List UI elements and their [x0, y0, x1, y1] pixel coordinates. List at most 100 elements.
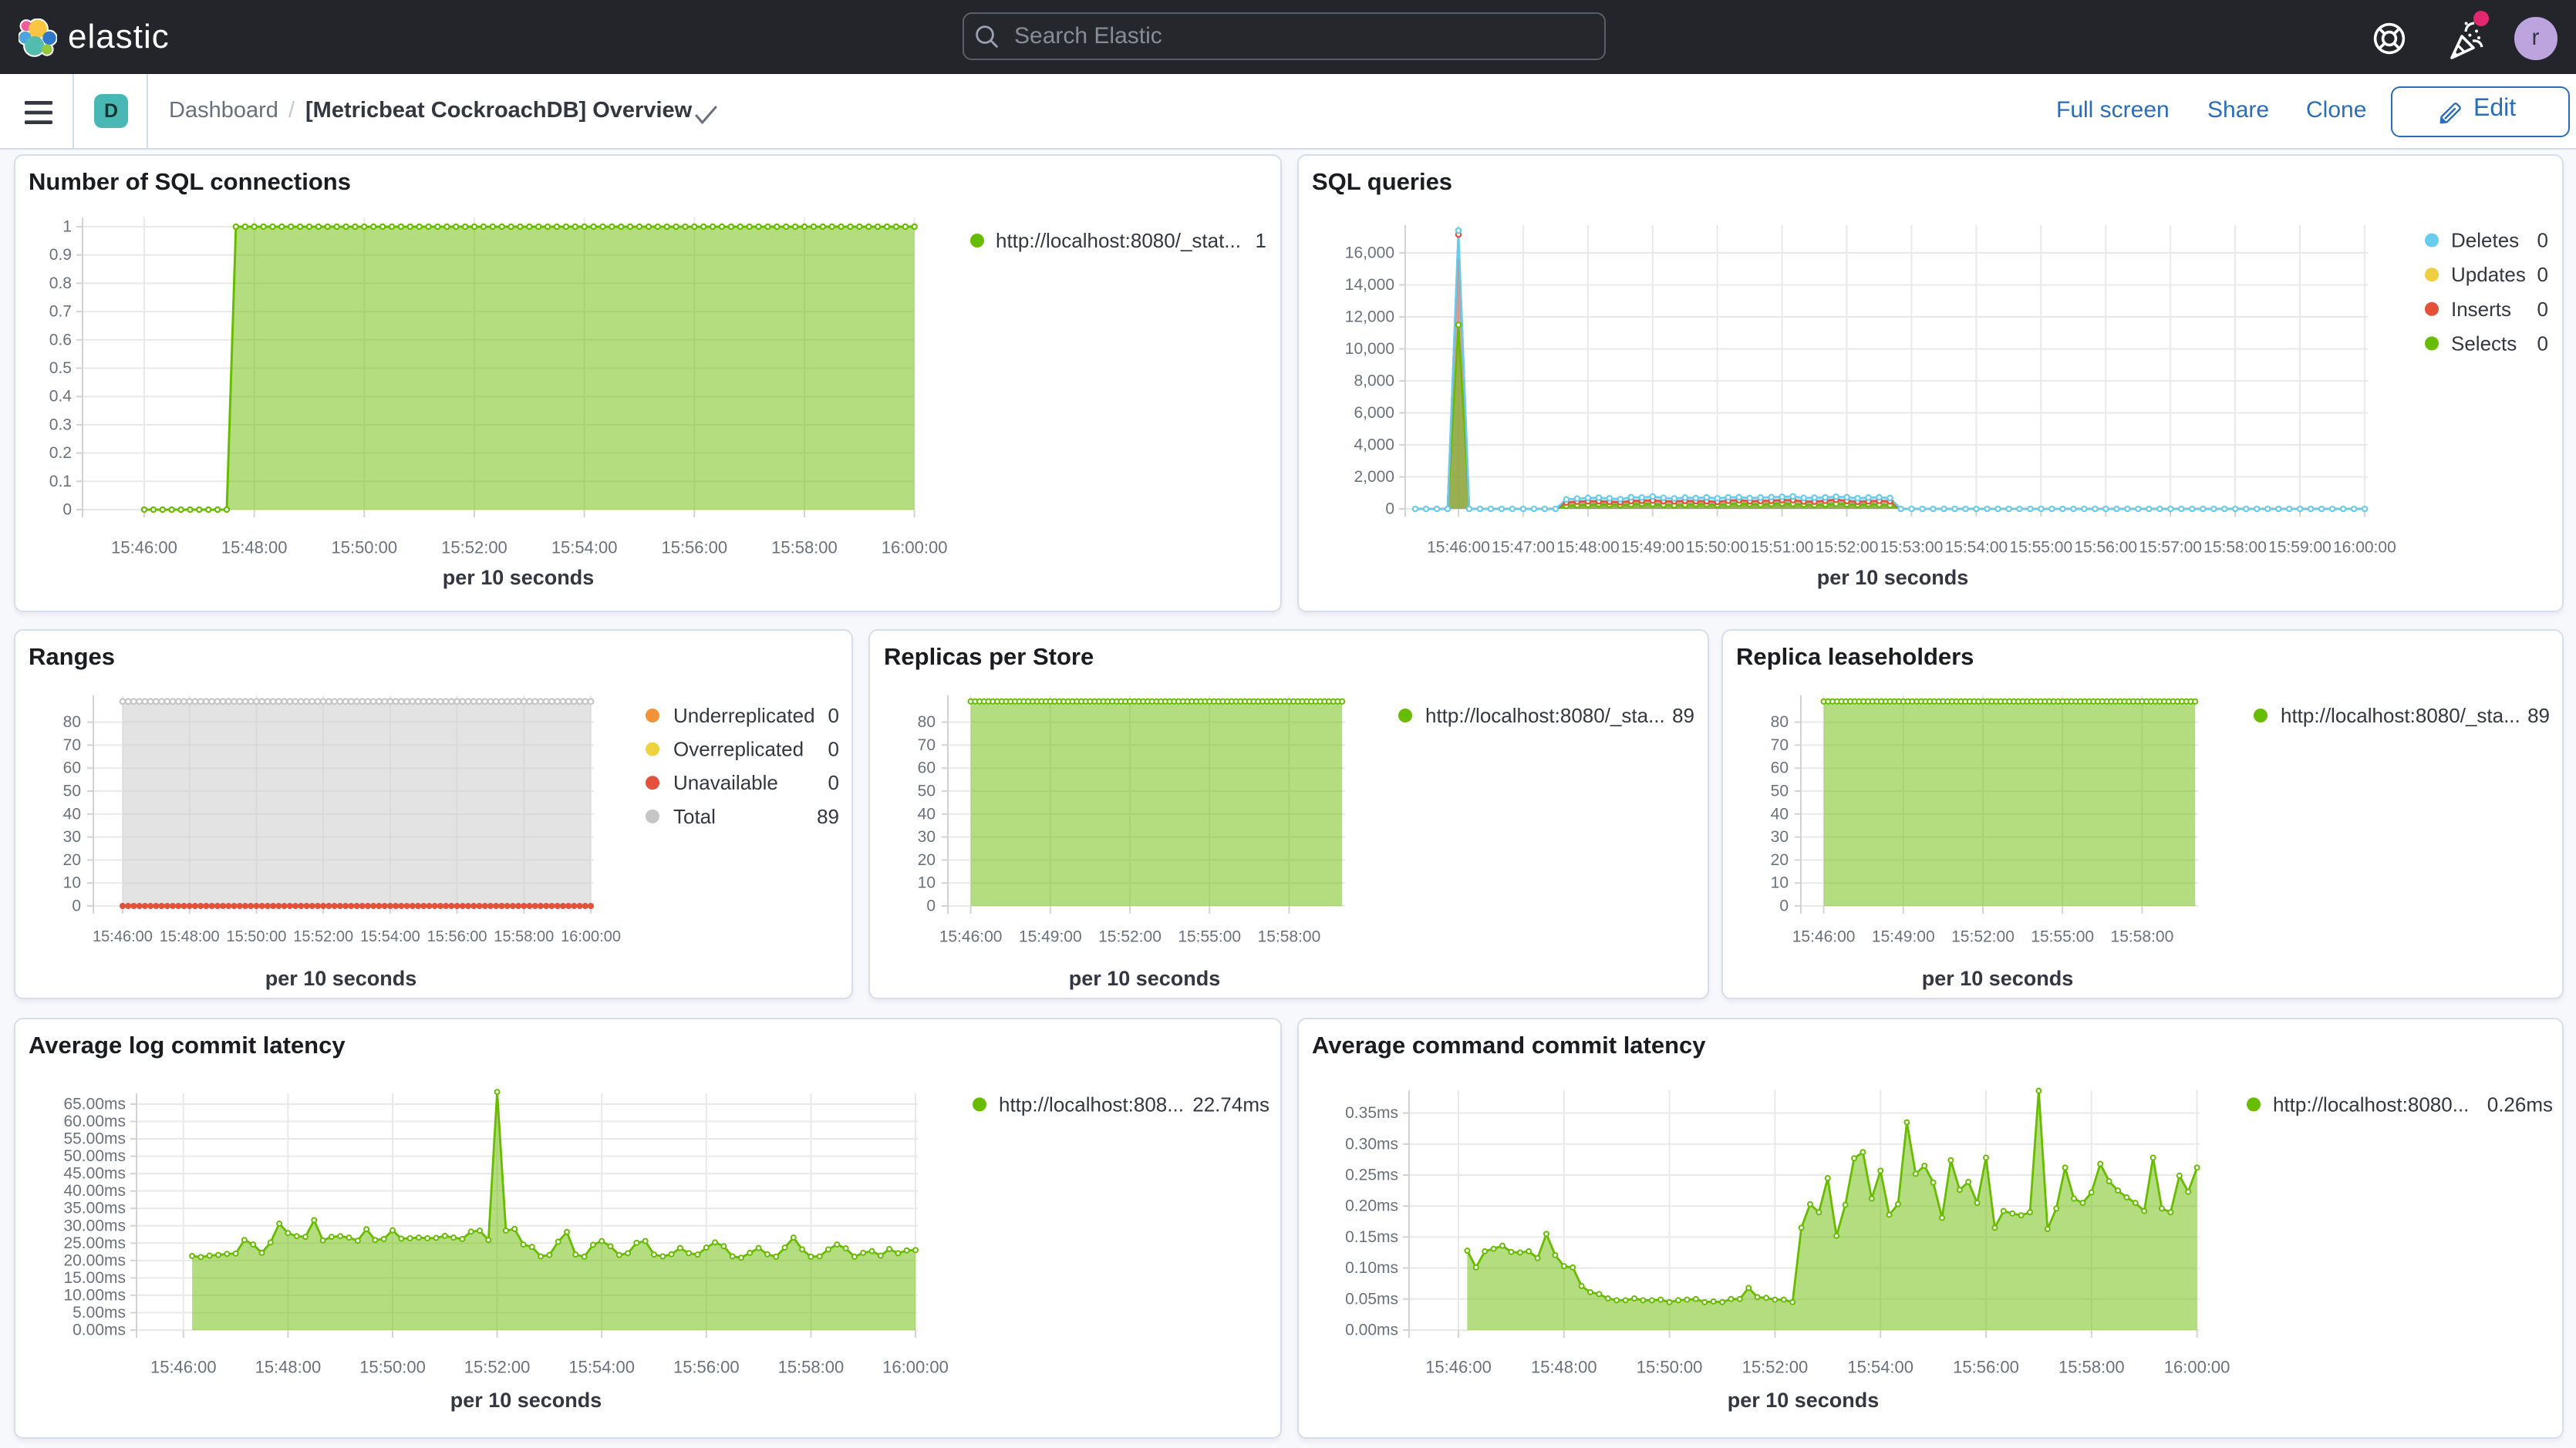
svg-text:2,000: 2,000 — [1353, 468, 1394, 486]
svg-text:per 10 seconds: per 10 seconds — [1069, 967, 1221, 990]
svg-text:Inserts: Inserts — [2450, 298, 2510, 321]
svg-text:15:46:00: 15:46:00 — [1426, 539, 1489, 557]
svg-text:15:54:00: 15:54:00 — [359, 928, 420, 945]
svg-text:http://localhost:8080/_sta...: http://localhost:8080/_sta... — [2280, 704, 2520, 727]
svg-text:15:56:00: 15:56:00 — [1952, 1357, 2018, 1376]
svg-text:15:52:00: 15:52:00 — [1098, 928, 1162, 946]
svg-text:15:58:00: 15:58:00 — [493, 928, 553, 945]
svg-text:70: 70 — [62, 736, 80, 754]
svg-text:30: 30 — [1770, 828, 1788, 846]
svg-text:Overreplicated: Overreplicated — [673, 738, 803, 761]
svg-text:89: 89 — [2527, 704, 2549, 727]
svg-text:15:58:00: 15:58:00 — [2110, 928, 2173, 946]
svg-text:15:50:00: 15:50:00 — [1685, 539, 1748, 557]
svg-text:15:58:00: 15:58:00 — [777, 1357, 844, 1376]
svg-text:8,000: 8,000 — [1353, 372, 1394, 390]
svg-text:15:55:00: 15:55:00 — [2008, 539, 2072, 557]
svg-text:10: 10 — [918, 874, 936, 892]
svg-text:per 10 seconds: per 10 seconds — [1727, 1388, 1879, 1411]
svg-text:15:52:00: 15:52:00 — [464, 1357, 530, 1376]
svg-text:Underreplicated: Underreplicated — [673, 704, 814, 727]
svg-text:0.2: 0.2 — [49, 444, 71, 462]
svg-text:10: 10 — [62, 874, 80, 892]
svg-text:40: 40 — [1770, 805, 1788, 823]
svg-text:0.00ms: 0.00ms — [72, 1321, 125, 1339]
svg-text:15:54:00: 15:54:00 — [551, 538, 617, 557]
svg-text:5.00ms: 5.00ms — [72, 1303, 125, 1321]
svg-text:10.00ms: 10.00ms — [62, 1285, 125, 1303]
svg-text:30: 30 — [918, 828, 936, 846]
svg-text:16:00:00: 16:00:00 — [882, 1357, 948, 1376]
svg-text:16:00:00: 16:00:00 — [881, 538, 947, 557]
svg-text:20: 20 — [62, 851, 80, 869]
svg-text:25.00ms: 25.00ms — [62, 1234, 125, 1251]
svg-text:Unavailable: Unavailable — [673, 771, 777, 794]
svg-text:10: 10 — [1770, 874, 1788, 892]
svg-text:15:59:00: 15:59:00 — [2267, 539, 2331, 557]
svg-text:89: 89 — [816, 805, 838, 828]
svg-text:0: 0 — [2537, 229, 2547, 252]
svg-text:0.00ms: 0.00ms — [1344, 1321, 1398, 1339]
svg-text:0: 0 — [2537, 298, 2547, 321]
svg-text:per 10 seconds: per 10 seconds — [1921, 967, 2073, 990]
svg-text:15:49:00: 15:49:00 — [1019, 928, 1082, 946]
svg-text:15:46:00: 15:46:00 — [110, 538, 177, 557]
svg-text:0: 0 — [828, 771, 838, 794]
svg-text:1: 1 — [62, 218, 71, 236]
svg-text:15:55:00: 15:55:00 — [2030, 928, 2093, 946]
svg-text:15:48:00: 15:48:00 — [1530, 1357, 1597, 1376]
svg-text:4,000: 4,000 — [1353, 436, 1394, 454]
svg-text:40: 40 — [62, 805, 80, 823]
svg-text:15:54:00: 15:54:00 — [1846, 1357, 1913, 1376]
svg-text:15:58:00: 15:58:00 — [2203, 539, 2266, 557]
svg-text:60.00ms: 60.00ms — [62, 1112, 125, 1130]
svg-text:15:52:00: 15:52:00 — [1815, 539, 1878, 557]
svg-text:16:00:00: 16:00:00 — [2163, 1357, 2230, 1376]
svg-text:60: 60 — [1770, 759, 1788, 777]
svg-text:15:49:00: 15:49:00 — [1620, 539, 1684, 557]
svg-text:40.00ms: 40.00ms — [62, 1181, 125, 1199]
svg-text:per 10 seconds: per 10 seconds — [442, 566, 594, 589]
svg-text:10,000: 10,000 — [1344, 340, 1394, 358]
svg-text:0: 0 — [828, 704, 838, 727]
svg-text:http://localhost:8080...: http://localhost:8080... — [2272, 1092, 2468, 1115]
svg-text:60: 60 — [918, 759, 936, 777]
svg-text:Updates: Updates — [2450, 263, 2525, 286]
svg-text:15:51:00: 15:51:00 — [1750, 539, 1813, 557]
svg-text:0: 0 — [926, 897, 936, 915]
svg-text:0.30ms: 0.30ms — [1344, 1134, 1398, 1152]
svg-text:15.00ms: 15.00ms — [62, 1268, 125, 1286]
svg-text:15:52:00: 15:52:00 — [440, 538, 507, 557]
svg-text:15:49:00: 15:49:00 — [1871, 928, 1934, 946]
svg-text:0.5: 0.5 — [49, 359, 71, 377]
svg-text:50: 50 — [62, 783, 80, 800]
svg-text:40: 40 — [918, 805, 936, 823]
svg-text:80: 80 — [1770, 713, 1788, 731]
svg-text:80: 80 — [918, 713, 936, 731]
svg-text:0.4: 0.4 — [49, 388, 72, 406]
svg-text:65.00ms: 65.00ms — [62, 1094, 125, 1112]
svg-text:16:00:00: 16:00:00 — [2332, 539, 2396, 557]
svg-text:15:58:00: 15:58:00 — [770, 538, 837, 557]
svg-text:22.74ms: 22.74ms — [1192, 1092, 1269, 1115]
svg-text:16:00:00: 16:00:00 — [560, 928, 620, 945]
svg-text:20: 20 — [918, 851, 936, 869]
svg-text:80: 80 — [62, 713, 80, 731]
svg-text:per 10 seconds: per 10 seconds — [1816, 566, 1968, 589]
svg-text:0.35ms: 0.35ms — [1344, 1103, 1398, 1121]
svg-text:1: 1 — [1255, 229, 1266, 252]
svg-text:15:53:00: 15:53:00 — [1880, 539, 1943, 557]
svg-text:15:46:00: 15:46:00 — [1425, 1357, 1491, 1376]
svg-text:15:48:00: 15:48:00 — [221, 538, 287, 557]
svg-text:0.25ms: 0.25ms — [1344, 1166, 1398, 1184]
svg-text:70: 70 — [918, 736, 936, 754]
svg-text:15:56:00: 15:56:00 — [427, 928, 487, 945]
svg-text:55.00ms: 55.00ms — [62, 1130, 125, 1147]
svg-text:15:52:00: 15:52:00 — [292, 928, 352, 945]
svg-text:15:57:00: 15:57:00 — [2138, 539, 2201, 557]
svg-text:30: 30 — [62, 828, 80, 846]
svg-text:0.8: 0.8 — [49, 274, 71, 292]
svg-text:http://localhost:8080/_stat...: http://localhost:8080/_stat... — [995, 229, 1240, 252]
svg-text:35.00ms: 35.00ms — [62, 1199, 125, 1217]
svg-text:70: 70 — [1770, 736, 1788, 754]
